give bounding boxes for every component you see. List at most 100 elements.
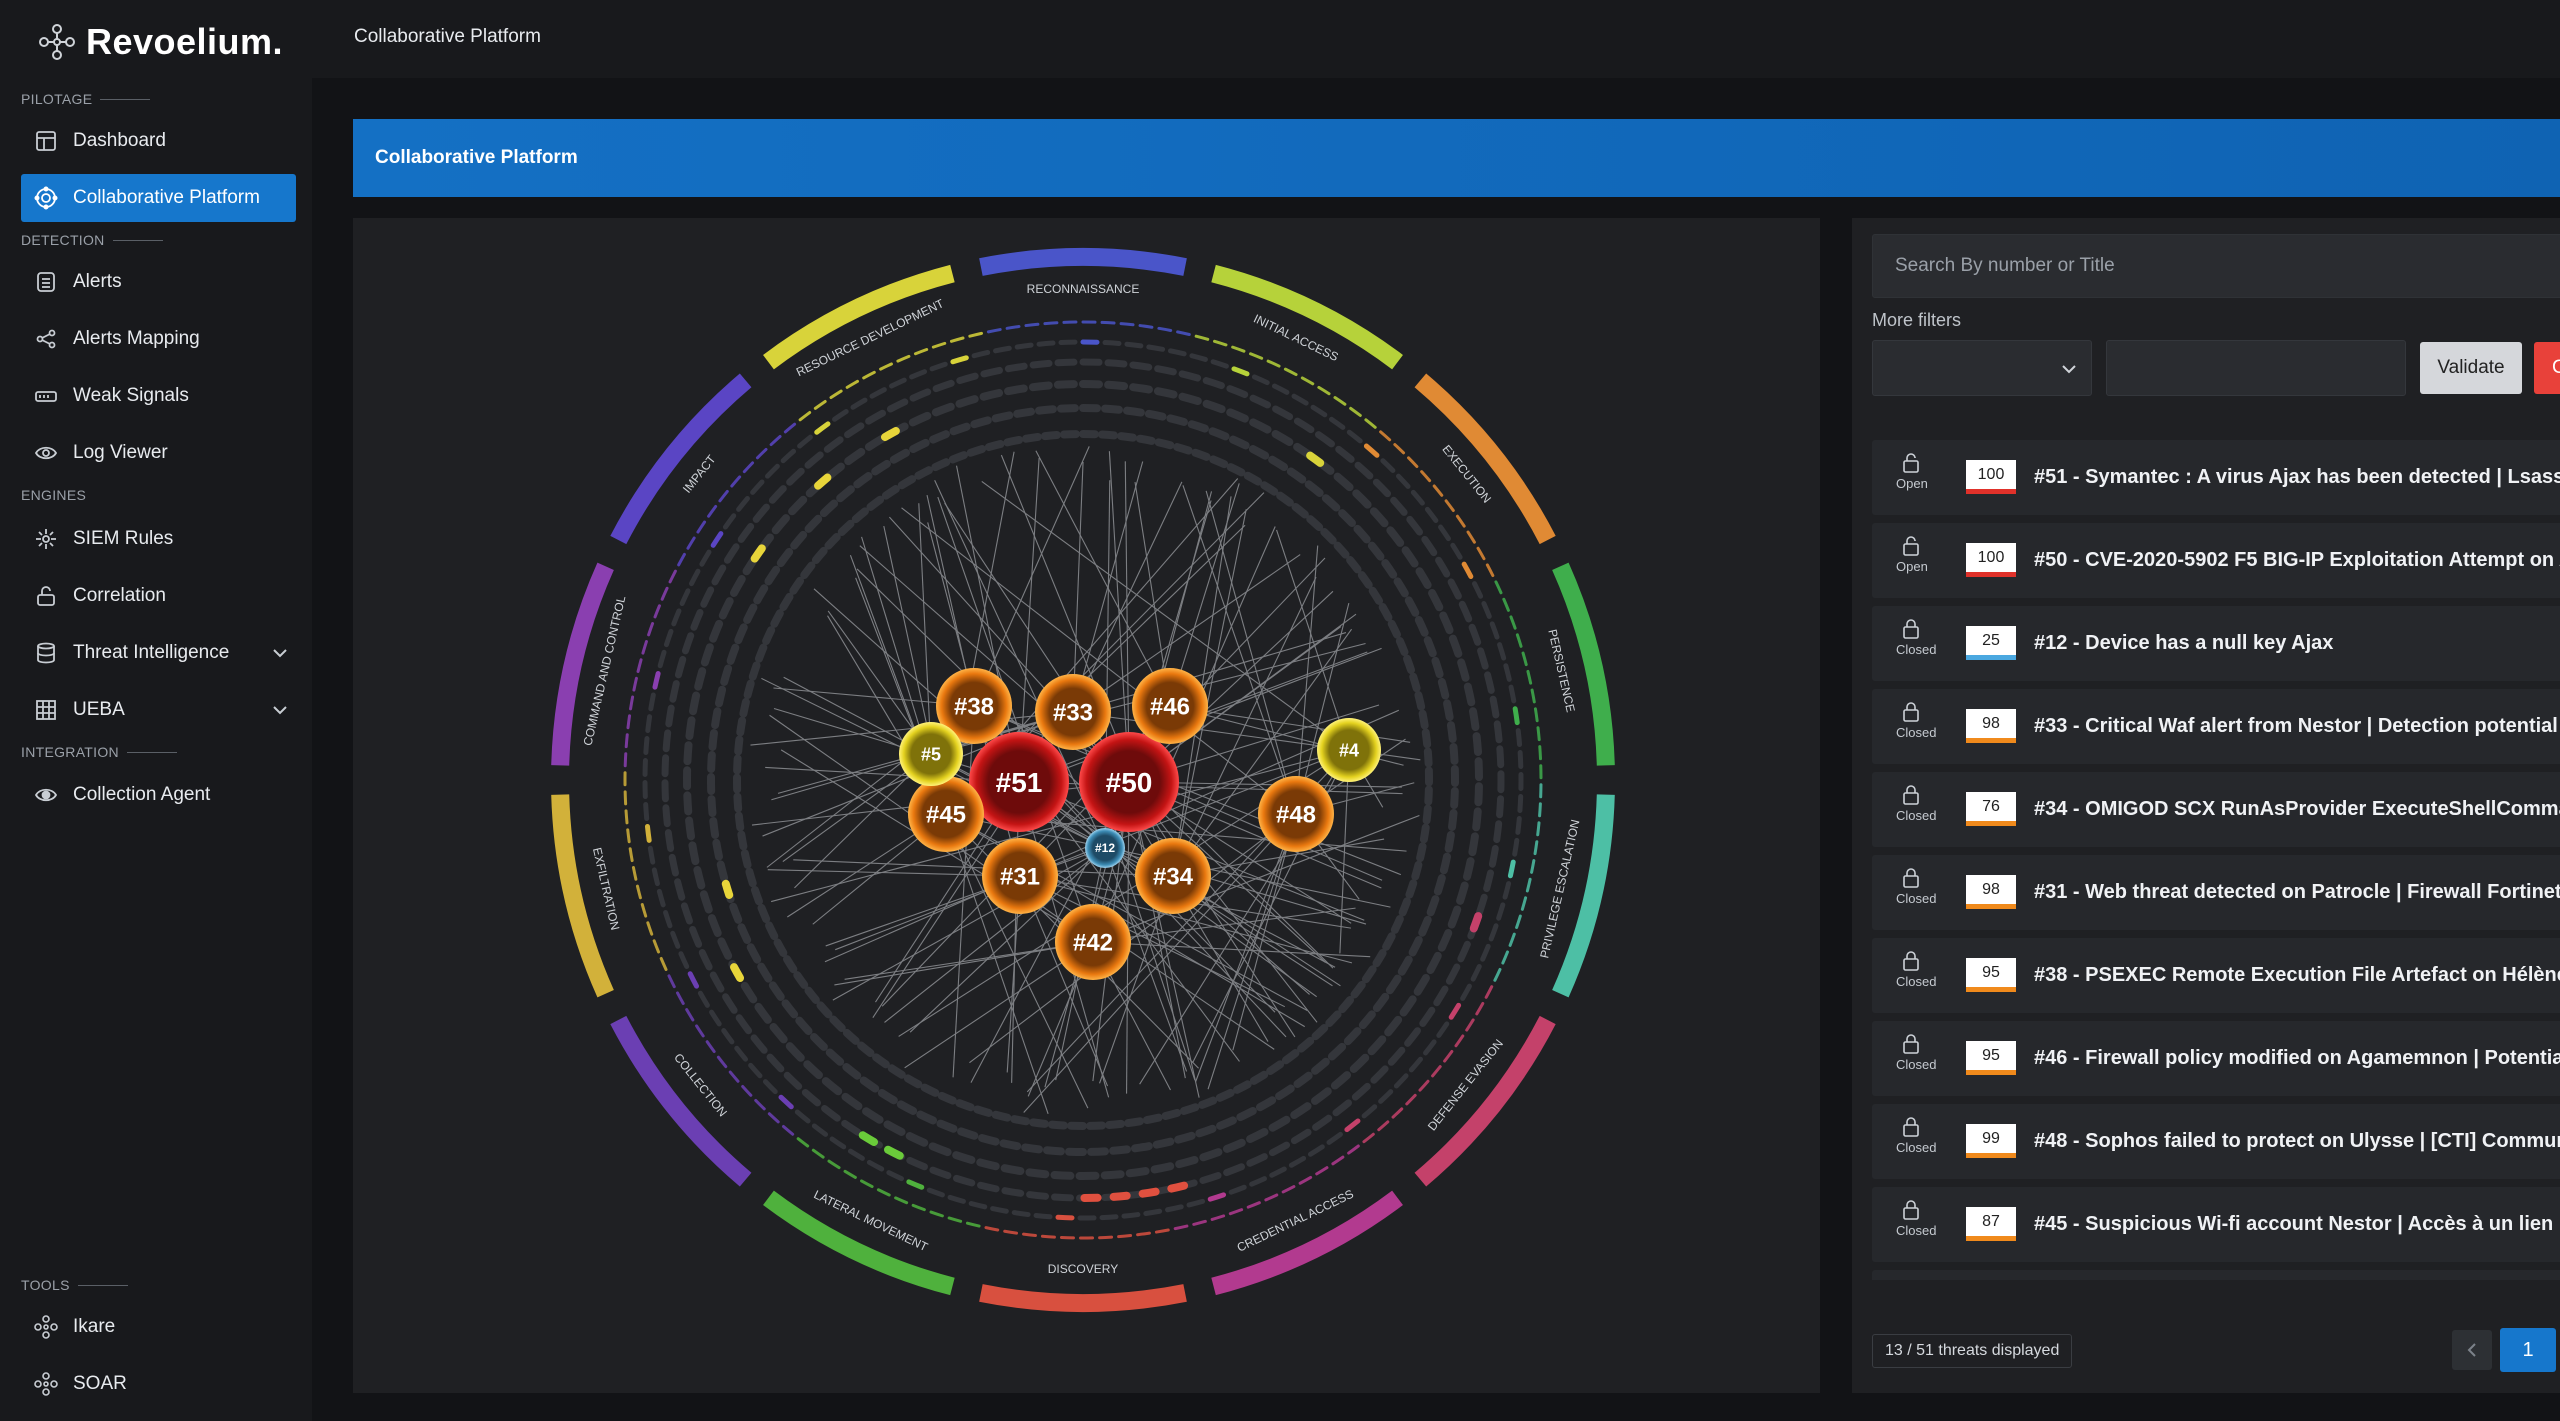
threat-row[interactable]: Open 100 #51 - Symantec : A virus Ajax has… — [1872, 440, 2560, 515]
alerts-mapping-icon — [33, 326, 59, 352]
status-label: Closed — [1896, 974, 1937, 989]
status-label: Closed — [1896, 1057, 1937, 1072]
threat-node[interactable]: #4 — [1317, 718, 1381, 782]
nav-ueba[interactable]: UEBA — [21, 686, 296, 734]
status-label: Open — [1896, 476, 1928, 491]
threat-node[interactable]: #45 — [908, 776, 984, 852]
top-bar: Collaborative Platform — [312, 0, 2560, 78]
ikare-icon — [33, 1314, 59, 1340]
correlation-icon — [33, 583, 59, 609]
nav-threat-intelligence[interactable]: Threat Intelligence — [21, 629, 296, 677]
score-badge: 25 — [1966, 626, 2016, 660]
tactic-label: DEFENSE EVASION — [1425, 1037, 1506, 1134]
threat-row[interactable]: Closed86#42 - Network Sniffing on Ulysse… — [1872, 1270, 2560, 1280]
tactic-label: IMPACT — [680, 452, 719, 496]
section-detection: DETECTION — [21, 232, 163, 248]
threat-count: 13 / 51 threats displayed — [1872, 1334, 2073, 1368]
tactic-arc[interactable] — [1414, 1015, 1556, 1187]
node-label: #51 — [996, 767, 1043, 798]
clear-button[interactable]: C — [2534, 342, 2560, 394]
collaborative-icon — [33, 185, 59, 211]
validate-button[interactable]: Validate — [2420, 342, 2522, 394]
tactic-label: DISCOVERY — [1048, 1262, 1118, 1276]
threat-title: #31 - Web threat detected on Patrocle | … — [2034, 881, 2560, 903]
threat-node[interactable]: #51 — [969, 732, 1069, 832]
tactic-arc[interactable] — [979, 248, 1187, 276]
threat-row[interactable]: Closed 95 #38 - PSEXEC Remote Execution Fi… — [1872, 938, 2560, 1013]
lock-icon — [1903, 1117, 1919, 1137]
threat-row[interactable]: Closed 25 #12 - Device has a null key Ajax — [1872, 606, 2560, 681]
threat-title: #46 - Firewall policy modified on Agamem… — [2034, 1047, 2560, 1069]
threat-title: #45 - Suspicious Wi-fi account Nestor | … — [2034, 1213, 2560, 1235]
threat-title: #51 - Symantec : A virus Ajax has been d… — [2034, 466, 2560, 488]
lock-icon — [1903, 868, 1919, 888]
threat-row[interactable]: Closed 76 #34 - OMIGOD SCX RunAsProvider E… — [1872, 772, 2560, 847]
nav-label: UEBA — [73, 699, 125, 720]
threat-node[interactable]: #34 — [1135, 838, 1211, 914]
mitre-radar[interactable]: RECONNAISSANCEINITIAL ACCESSEXECUTIONPER… — [533, 230, 1633, 1330]
tactic-label: PERSISTENCE — [1545, 628, 1577, 714]
tactic-arc[interactable] — [979, 1284, 1187, 1312]
threat-row[interactable]: Closed 87 #45 - Suspicious Wi-fi account N… — [1872, 1187, 2560, 1262]
search-input[interactable] — [1872, 234, 2560, 298]
nav-correlation[interactable]: Correlation — [21, 572, 296, 620]
threat-node[interactable]: #48 — [1258, 776, 1334, 852]
nav-collaborative-platform[interactable]: Collaborative Platform — [21, 174, 296, 222]
threat-row[interactable]: Closed 99 #48 - Sophos failed to protect o… — [1872, 1104, 2560, 1179]
score-badge: 95 — [1966, 958, 2016, 992]
nav-weak-signals[interactable]: Weak Signals — [21, 372, 296, 420]
section-pilotage: PILOTAGE — [21, 91, 151, 107]
chevron-down-icon[interactable] — [270, 643, 290, 663]
app-logo[interactable]: Revoelium. — [38, 21, 283, 62]
threat-intelligence-icon — [33, 640, 59, 666]
score-badge: 100 — [1966, 460, 2016, 494]
threat-node[interactable]: #31 — [982, 838, 1058, 914]
nav-collection-agent[interactable]: Collection Agent — [21, 771, 296, 819]
nav-soar[interactable]: SOAR — [21, 1360, 296, 1408]
threat-row[interactable]: Closed 98 #33 - Critical Waf alert from Ne… — [1872, 689, 2560, 764]
tactic-arc[interactable] — [551, 794, 614, 998]
lock-status: Closed — [1896, 784, 1936, 840]
threat-node[interactable]: #50 — [1079, 732, 1179, 832]
tactic-arc[interactable] — [610, 1015, 752, 1187]
threat-title: #38 - PSEXEC Remote Execution File Artef… — [2034, 964, 2560, 986]
tactic-arc[interactable] — [610, 373, 752, 545]
threat-node[interactable]: #33 — [1035, 674, 1111, 750]
nav-label: Collection Agent — [73, 784, 211, 805]
threat-row[interactable]: Closed 95 #46 - Firewall policy modified o… — [1872, 1021, 2560, 1096]
nav-alerts[interactable]: Alerts — [21, 258, 296, 306]
section-integration: INTEGRATION — [21, 744, 177, 760]
threat-title: #12 - Device has a null key Ajax — [2034, 632, 2334, 654]
siem-rules-icon — [33, 526, 59, 552]
chevron-down-icon[interactable] — [270, 700, 290, 720]
threat-node[interactable]: #42 — [1055, 904, 1131, 980]
nav-log-viewer[interactable]: Log Viewer — [21, 429, 296, 477]
filter-value-input[interactable] — [2106, 340, 2406, 396]
threat-node[interactable]: #5 — [899, 722, 963, 786]
lock-icon — [1903, 951, 1919, 971]
lock-status: Closed — [1896, 1033, 1937, 1089]
node-label: #50 — [1106, 767, 1153, 798]
nav-alerts-mapping[interactable]: Alerts Mapping — [21, 315, 296, 363]
nav-dashboard[interactable]: Dashboard — [21, 117, 296, 165]
prev-page-button[interactable] — [2452, 1330, 2492, 1370]
tactic-arc[interactable] — [1414, 373, 1556, 545]
collection-agent-icon — [33, 782, 59, 808]
node-label: #38 — [954, 693, 994, 720]
nav-siem-rules[interactable]: SIEM Rules — [21, 515, 296, 563]
page-button[interactable]: 1 — [2500, 1328, 2556, 1372]
nav-ikare[interactable]: Ikare — [21, 1303, 296, 1351]
chevron-left-icon — [2467, 1343, 2476, 1357]
lock-status: Closed — [1896, 701, 1936, 757]
score-badge: 87 — [1966, 1207, 2016, 1241]
threat-list: Open 100 #51 - Symantec : A virus Ajax has… — [1872, 440, 2560, 1280]
threat-title: #50 - CVE-2020-5902 F5 BIG-IP Exploitati… — [2034, 549, 2560, 571]
node-label: #48 — [1276, 801, 1316, 828]
unlock-icon — [1903, 536, 1919, 556]
filter-field-select[interactable] — [1872, 340, 2092, 396]
threat-row[interactable]: Closed 98 #31 - Web threat detected on Pat… — [1872, 855, 2560, 930]
threat-row[interactable]: Open 100 #50 - CVE-2020-5902 F5 BIG-IP Exp… — [1872, 523, 2560, 598]
threat-node[interactable]: #12 — [1085, 828, 1125, 868]
lock-icon — [1903, 1200, 1919, 1220]
threat-node[interactable]: #46 — [1132, 668, 1208, 744]
